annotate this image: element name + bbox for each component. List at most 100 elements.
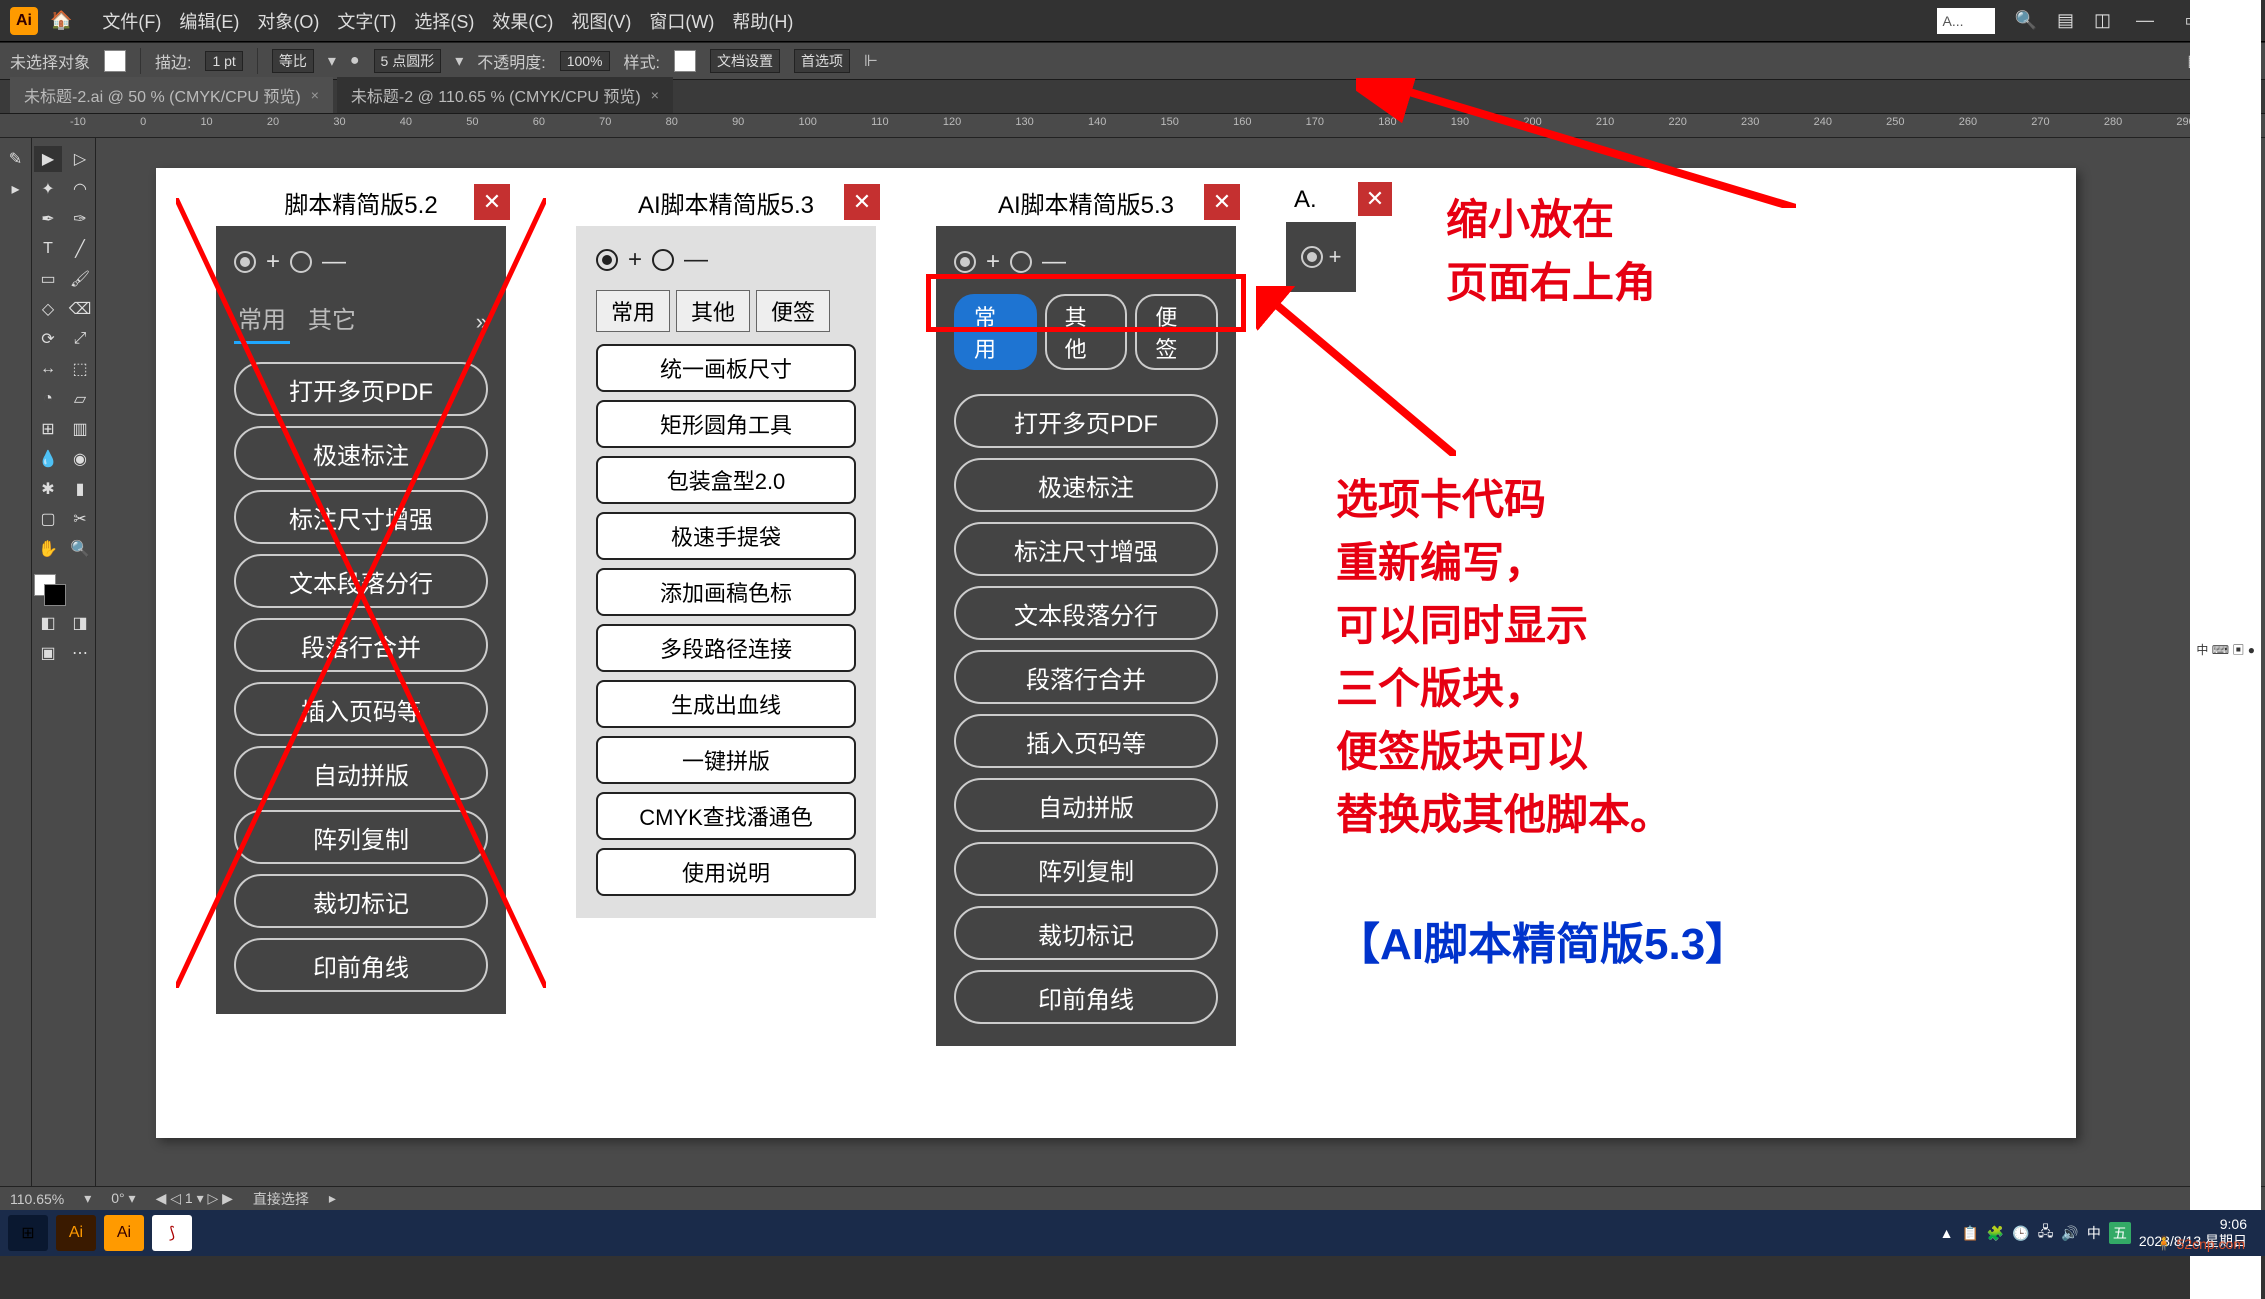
radio-off[interactable]: [1010, 251, 1032, 273]
selection-tool[interactable]: ▶: [34, 146, 62, 172]
script-button[interactable]: 阵列复制: [954, 842, 1218, 896]
perspective-tool[interactable]: ▱: [66, 386, 94, 412]
script-button[interactable]: 极速手提袋: [596, 512, 856, 560]
radio-on[interactable]: [234, 251, 256, 273]
script-button[interactable]: 文本段落分行: [954, 586, 1218, 640]
tab-other[interactable]: 其它: [304, 300, 360, 344]
script-button[interactable]: 印前角线: [954, 970, 1218, 1024]
workspace-icon[interactable]: ◫: [2094, 10, 2111, 31]
artboard-nav[interactable]: ◀ ◁ 1 ▾ ▷ ▶: [156, 1190, 233, 1207]
free-transform-tool[interactable]: ⬚: [66, 356, 94, 382]
screen-mode-icon[interactable]: ▣: [34, 640, 62, 666]
hand-tool[interactable]: ✋: [34, 536, 62, 562]
close-icon[interactable]: ×: [311, 87, 319, 103]
script-button[interactable]: 打开多页PDF: [234, 362, 488, 416]
arrange-icon[interactable]: ▤: [2057, 10, 2074, 31]
symbol-sprayer-tool[interactable]: ✱: [34, 476, 62, 502]
curvature-tool[interactable]: ✑: [66, 206, 94, 232]
menu-effect[interactable]: 效果(C): [492, 8, 553, 34]
radio-on[interactable]: [1301, 246, 1323, 268]
menu-help[interactable]: 帮助(H): [732, 8, 793, 34]
close-icon[interactable]: ×: [651, 87, 659, 103]
script-button[interactable]: 裁切标记: [954, 906, 1218, 960]
script-button[interactable]: 插入页码等: [954, 714, 1218, 768]
menu-file[interactable]: 文件(F): [102, 8, 161, 34]
script-button[interactable]: 裁切标记: [234, 874, 488, 928]
pen-tool[interactable]: ✒: [34, 206, 62, 232]
start-button[interactable]: ⊞: [8, 1215, 48, 1251]
home-icon[interactable]: 🏠: [50, 10, 72, 31]
width-tool[interactable]: ↔: [34, 356, 62, 382]
search-icon[interactable]: 🔍: [2015, 10, 2037, 31]
script-button[interactable]: 添加画稿色标: [596, 568, 856, 616]
tray-ime-icon[interactable]: 中: [2087, 1223, 2101, 1243]
fill-swatch[interactable]: [104, 50, 126, 72]
taskbar-app-other[interactable]: ⟆: [152, 1215, 192, 1251]
tray-icon[interactable]: 📋: [1961, 1225, 1978, 1242]
tray-icon[interactable]: 🕒: [2012, 1225, 2029, 1242]
minimize-button[interactable]: —: [2131, 10, 2159, 32]
gradient-mode-icon[interactable]: ◨: [66, 610, 94, 636]
direct-selection-tool[interactable]: ▷: [66, 146, 94, 172]
line-tool[interactable]: ╱: [66, 236, 94, 262]
menu-object[interactable]: 对象(O): [257, 8, 319, 34]
tray-ime-icon[interactable]: 五: [2109, 1222, 2131, 1244]
slice-tool[interactable]: ✂: [66, 506, 94, 532]
taskbar-app-ai[interactable]: Ai: [56, 1215, 96, 1251]
zoom-tool[interactable]: 🔍: [66, 536, 94, 562]
panel-toggle-icon[interactable]: ▸: [2, 176, 30, 202]
script-button[interactable]: 自动拼版: [234, 746, 488, 800]
script-button[interactable]: 插入页码等: [234, 682, 488, 736]
menu-select[interactable]: 选择(S): [414, 8, 474, 34]
tab-common[interactable]: 常用: [596, 290, 670, 332]
menu-type[interactable]: 文字(T): [337, 8, 396, 34]
script-button[interactable]: 使用说明: [596, 848, 856, 896]
taskbar-app-ai2[interactable]: Ai: [104, 1215, 144, 1251]
artboard-tool[interactable]: ▢: [34, 506, 62, 532]
script-button[interactable]: 统一画板尺寸: [596, 344, 856, 392]
scale-tool[interactable]: ⤢: [66, 326, 94, 352]
equal-select[interactable]: 等比: [272, 49, 314, 73]
titlebar-search[interactable]: A...: [1937, 8, 1995, 34]
shape-builder-tool[interactable]: ◔: [34, 386, 62, 412]
prefs-button[interactable]: 首选项: [794, 49, 850, 73]
menu-window[interactable]: 窗口(W): [649, 8, 714, 34]
close-button[interactable]: ✕: [1204, 184, 1240, 220]
menu-edit[interactable]: 编辑(E): [179, 8, 239, 34]
edit-toolbar-icon[interactable]: ⋯: [66, 640, 94, 666]
script-button[interactable]: 印前角线: [234, 938, 488, 992]
script-button[interactable]: 极速标注: [954, 458, 1218, 512]
blend-tool[interactable]: ◉: [66, 446, 94, 472]
tab-common[interactable]: 常用: [234, 300, 290, 344]
doc-tab-1[interactable]: 未标题-2.ai @ 50 % (CMYK/CPU 预览)×: [10, 77, 333, 113]
script-button[interactable]: 标注尺寸增强: [954, 522, 1218, 576]
zoom-level[interactable]: 110.65%: [10, 1191, 64, 1207]
radio-off[interactable]: [652, 249, 674, 271]
tray-icon[interactable]: ▲: [1940, 1225, 1954, 1241]
opacity-value[interactable]: 100%: [560, 51, 610, 71]
ime-tray[interactable]: 中 ⌨ ▣ ●: [2190, 0, 2261, 1299]
script-button[interactable]: 包装盒型2.0: [596, 456, 856, 504]
script-button[interactable]: CMYK查找潘通色: [596, 792, 856, 840]
magic-wand-tool[interactable]: ✦: [34, 176, 62, 202]
doc-tab-2[interactable]: 未标题-2 @ 110.65 % (CMYK/CPU 预览)×: [337, 77, 673, 113]
script-button[interactable]: 文本段落分行: [234, 554, 488, 608]
style-swatch[interactable]: [674, 50, 696, 72]
script-button[interactable]: 打开多页PDF: [954, 394, 1218, 448]
script-button[interactable]: 一键拼版: [596, 736, 856, 784]
tray-volume-icon[interactable]: 🔊: [2061, 1225, 2078, 1242]
script-button[interactable]: 生成出血线: [596, 680, 856, 728]
close-button[interactable]: ✕: [474, 184, 510, 220]
eyedropper-tool[interactable]: 💧: [34, 446, 62, 472]
stroke-value[interactable]: 1 pt: [205, 51, 242, 71]
graph-tool[interactable]: ▮: [66, 476, 94, 502]
type-tool[interactable]: T: [34, 236, 62, 262]
mesh-tool[interactable]: ⊞: [34, 416, 62, 442]
script-button[interactable]: 标注尺寸增强: [234, 490, 488, 544]
radio-on[interactable]: [596, 249, 618, 271]
color-mode-icon[interactable]: ◧: [34, 610, 62, 636]
align-icon[interactable]: ⊩: [864, 51, 878, 71]
lasso-tool[interactable]: ◠: [66, 176, 94, 202]
rectangle-tool[interactable]: ▭: [34, 266, 62, 292]
radio-off[interactable]: [290, 251, 312, 273]
